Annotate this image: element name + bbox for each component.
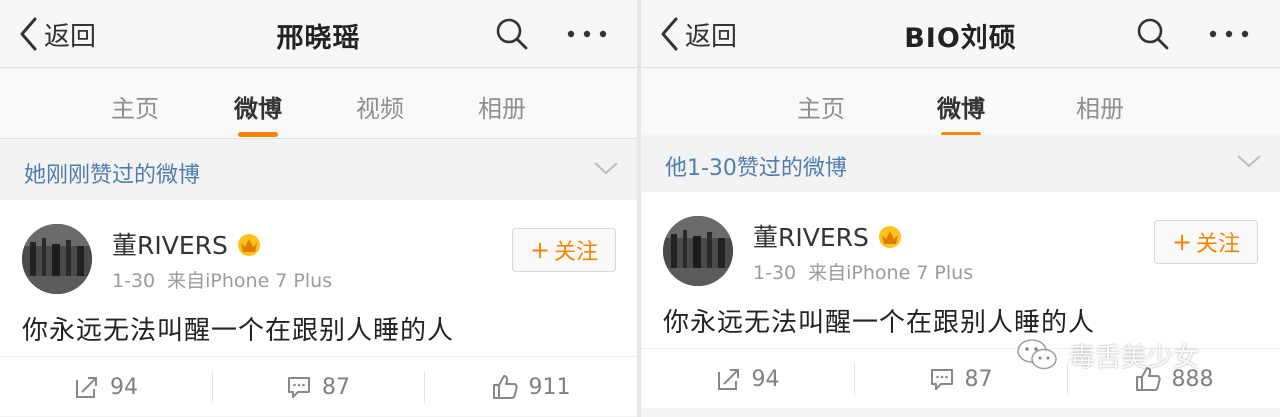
more-icon[interactable]: [1207, 20, 1251, 48]
wechat-icon: [1017, 339, 1057, 370]
avatar-photo: [663, 216, 733, 286]
profile-tabs: 主页 微博 视频 相册: [0, 69, 637, 139]
wechat-watermark: 毒舌美少女: [1015, 335, 1199, 375]
chevron-down-icon[interactable]: [593, 160, 619, 176]
vip-crown-icon: [237, 234, 260, 256]
search-icon[interactable]: [1135, 16, 1171, 52]
repost-count: 94: [110, 374, 138, 400]
author-name: 董RIVERS: [112, 231, 228, 260]
follow-label: 关注: [1196, 232, 1241, 257]
avatar[interactable]: [22, 224, 92, 294]
repost-count: 94: [751, 366, 780, 392]
like-count: 911: [528, 374, 571, 400]
post-date: 1-30: [753, 262, 797, 284]
post-text: 你永远无法叫醒一个在跟别人睡的人: [22, 316, 455, 346]
weibo-post-card: 董RIVERS 1-30 来自iPhone 7 Plus + 关注 你永远无法叫醒一…: [641, 192, 1280, 348]
liked-section-header[interactable]: 她刚刚赞过的微博: [0, 142, 637, 198]
liked-section-header[interactable]: 他1-30赞过的微博: [641, 135, 1280, 191]
profile-tabs: 主页 微博 相册: [641, 69, 1280, 139]
tab-weibo[interactable]: 微博: [937, 89, 985, 124]
repost-icon: [76, 377, 97, 398]
left-screenshot: 返回 邢晓瑶 主页 微博 视频 相册 她刚刚赞过的微博 董RIVERS 1-30…: [0, 0, 637, 417]
author-name-row[interactable]: 董RIVERS: [753, 218, 905, 254]
tab-home[interactable]: 主页: [797, 89, 845, 124]
plus-icon: +: [529, 236, 551, 264]
tab-video[interactable]: 视频: [356, 89, 404, 124]
avatar[interactable]: [663, 216, 733, 286]
tab-home[interactable]: 主页: [111, 89, 159, 124]
repost-button[interactable]: 94: [641, 349, 854, 409]
weibo-post-card: 董RIVERS 1-30 来自iPhone 7 Plus + 关注 你永远无法叫醒一…: [0, 200, 637, 356]
search-icon[interactable]: [494, 16, 530, 52]
follow-button[interactable]: + 关注: [1154, 220, 1258, 264]
post-text: 你永远无法叫醒一个在跟别人睡的人: [663, 308, 1096, 338]
follow-button[interactable]: + 关注: [512, 228, 616, 272]
comment-button[interactable]: 87: [212, 357, 424, 417]
comment-count: 87: [322, 374, 350, 400]
nav-bar: 返回 邢晓瑶: [0, 0, 637, 68]
repost-icon: [717, 369, 739, 390]
avatar-photo: [22, 224, 92, 294]
post-meta: 1-30 来自iPhone 7 Plus: [112, 266, 332, 293]
liked-section-label: 他1-30赞过的微博: [665, 156, 847, 181]
post-meta: 1-30 来自iPhone 7 Plus: [753, 258, 973, 285]
tab-album[interactable]: 相册: [478, 89, 526, 124]
active-tab-indicator: [238, 132, 278, 137]
page-title: BIO刘硕: [904, 23, 1017, 54]
author-name: 董RIVERS: [753, 223, 869, 252]
post-action-bar: 94 87 911: [0, 356, 637, 416]
nav-bar: 返回 BIO刘硕: [641, 0, 1280, 68]
tab-weibo[interactable]: 微博: [234, 89, 282, 124]
tab-album[interactable]: 相册: [1076, 89, 1124, 124]
comment-count: 87: [964, 366, 993, 392]
chevron-down-icon[interactable]: [1236, 153, 1262, 169]
follow-label: 关注: [554, 240, 599, 265]
repost-button[interactable]: 94: [0, 357, 212, 417]
plus-icon: +: [1171, 228, 1193, 256]
post-source: 来自iPhone 7 Plus: [808, 262, 974, 284]
watermark-text: 毒舌美少女: [1069, 342, 1200, 373]
liked-section-label: 她刚刚赞过的微博: [24, 163, 201, 188]
like-icon: [492, 375, 518, 399]
comment-icon: [288, 377, 310, 398]
vip-crown-icon: [878, 226, 901, 248]
author-name-row[interactable]: 董RIVERS: [112, 226, 264, 262]
post-date: 1-30: [112, 270, 156, 292]
post-source: 来自iPhone 7 Plus: [167, 270, 333, 292]
like-button[interactable]: 911: [424, 357, 637, 417]
comment-icon: [930, 369, 953, 390]
page-title: 邢晓瑶: [276, 23, 361, 54]
more-icon[interactable]: [565, 20, 609, 48]
